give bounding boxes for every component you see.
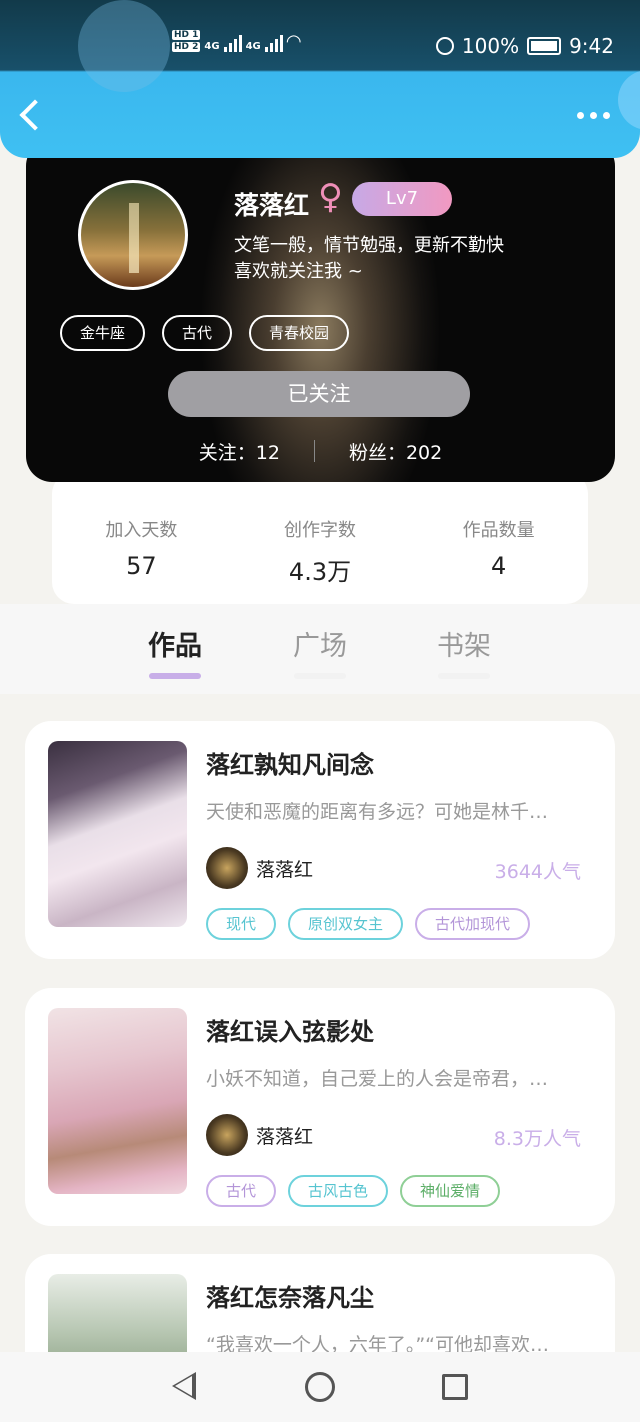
fans-count[interactable]: 粉丝：202 [315, 438, 476, 465]
network-label: 4G [245, 41, 261, 52]
profile-bio: 文笔一般，情节勉强，更新不勤快 喜欢就关注我 ~ [234, 233, 534, 285]
book-title[interactable]: 落红怎奈落凡尘 [206, 1278, 374, 1313]
wifi-icon: ◠ [286, 31, 301, 52]
profile-card: 落落红 ♀ Lv7 文笔一般，情节勉强，更新不勤快 喜欢就关注我 ~ 金牛座 古… [26, 140, 615, 482]
book-author[interactable]: 落落红 [206, 1114, 313, 1156]
book-tag[interactable]: 神仙爱情 [400, 1175, 501, 1207]
stat-value: 57 [126, 552, 157, 580]
bio-line: 喜欢就关注我 ~ [234, 261, 363, 282]
stat-value: 4.3万 [288, 558, 352, 586]
tab-square[interactable]: 广场 [270, 624, 370, 679]
nav-recents-icon[interactable] [442, 1374, 468, 1400]
hd2-label: HD 2 [172, 42, 201, 52]
follow-button[interactable]: 已关注 [168, 371, 470, 417]
nav-home-icon[interactable] [305, 1372, 335, 1402]
book-tags: 古代 古风古色 神仙爱情 [206, 1175, 501, 1207]
book-card[interactable]: 落红误入弦影处 小妖不知道，自己爱上的人会是帝君，… 落落红 8.3万人气 古代… [25, 988, 615, 1226]
stat-label: 创作字数 [284, 520, 356, 541]
tab-underline [294, 673, 346, 679]
stat-word-count: 创作字数 4.3万 [231, 472, 410, 604]
book-description: 小妖不知道，自己爱上的人会是帝君，… [206, 1068, 549, 1090]
profile-tag[interactable]: 金牛座 [60, 315, 146, 351]
profile-tags: 金牛座 古代 青春校园 [60, 315, 350, 351]
book-description: 天使和恶魔的距离有多远？可她是林千… [206, 801, 549, 823]
profile-name: 落落红 [234, 191, 310, 220]
profile-tag[interactable]: 古代 [162, 315, 233, 351]
stat-works-count: 作品数量 4 [409, 472, 588, 604]
tab-bookshelf[interactable]: 书架 [414, 624, 514, 679]
decor-bubble [618, 70, 640, 130]
stat-join-days: 加入天数 57 [52, 472, 231, 604]
hd1-label: HD 1 [172, 30, 201, 40]
hd-icon: HD 1 HD 2 [172, 30, 201, 52]
signal-icon [264, 34, 283, 52]
clock: 9:42 [569, 34, 614, 58]
network-label: 4G [204, 41, 220, 52]
stat-label: 加入天数 [105, 520, 178, 541]
nav-back-icon[interactable] [172, 1372, 196, 1400]
author-name: 落落红 [256, 858, 314, 881]
book-tags: 现代 原创双女主 古代加现代 [206, 908, 531, 940]
tab-label: 书架 [437, 631, 491, 662]
stat-value: 4 [491, 552, 507, 580]
book-tag[interactable]: 古风古色 [288, 1175, 389, 1207]
back-icon[interactable] [19, 99, 51, 131]
book-title[interactable]: 落红孰知凡间念 [206, 745, 374, 780]
signal-icon [223, 34, 242, 52]
battery-icon [527, 37, 562, 55]
app-header: HD 1 HD 2 4G 4G ◠ 100% 9:42 [0, 0, 640, 158]
level-badge: Lv7 [352, 182, 452, 216]
profile-tag[interactable]: 青春校园 [249, 315, 350, 351]
book-cover[interactable] [48, 1008, 187, 1194]
alarm-icon [435, 37, 454, 55]
following-count[interactable]: 关注：12 [165, 438, 314, 465]
popularity: 8.3万人气 [493, 1128, 581, 1150]
stat-label: 作品数量 [462, 520, 535, 541]
tab-underline [149, 673, 201, 679]
female-icon: ♀ [318, 177, 343, 217]
author-avatar [206, 1114, 248, 1156]
tab-label: 广场 [293, 631, 347, 662]
status-right: 100% 9:42 [435, 34, 614, 58]
book-tag[interactable]: 古代加现代 [415, 908, 531, 940]
book-tag[interactable]: 古代 [206, 1175, 277, 1207]
more-options-icon[interactable] [577, 112, 610, 119]
system-nav-bar [0, 1352, 640, 1422]
battery-percent: 100% [461, 34, 520, 58]
tab-underline [438, 673, 490, 679]
popularity: 3644人气 [494, 861, 581, 883]
signal-group: HD 1 HD 2 4G 4G ◠ [172, 30, 301, 52]
book-title[interactable]: 落红误入弦影处 [206, 1012, 374, 1047]
bio-line: 文笔一般，情节勉强，更新不勤快 [234, 235, 504, 256]
book-tag[interactable]: 现代 [206, 908, 277, 940]
avatar[interactable] [78, 180, 188, 290]
book-card[interactable]: 落红孰知凡间念 天使和恶魔的距离有多远？可她是林千… 落落红 3644人气 现代… [25, 721, 615, 959]
book-author[interactable]: 落落红 [206, 847, 313, 889]
tab-works[interactable]: 作品 [125, 624, 225, 679]
tab-label: 作品 [148, 631, 202, 662]
book-cover[interactable] [48, 741, 187, 927]
follow-counts: 关注：12 粉丝：202 [26, 438, 615, 465]
author-name: 落落红 [256, 1125, 314, 1148]
stats-panel: 加入天数 57 创作字数 4.3万 作品数量 4 [52, 472, 588, 604]
status-bar: HD 1 HD 2 4G 4G ◠ 100% 9:42 [0, 28, 640, 68]
author-avatar [206, 847, 248, 889]
tab-bar: 作品 广场 书架 [0, 604, 640, 694]
book-tag[interactable]: 原创双女主 [288, 908, 404, 940]
